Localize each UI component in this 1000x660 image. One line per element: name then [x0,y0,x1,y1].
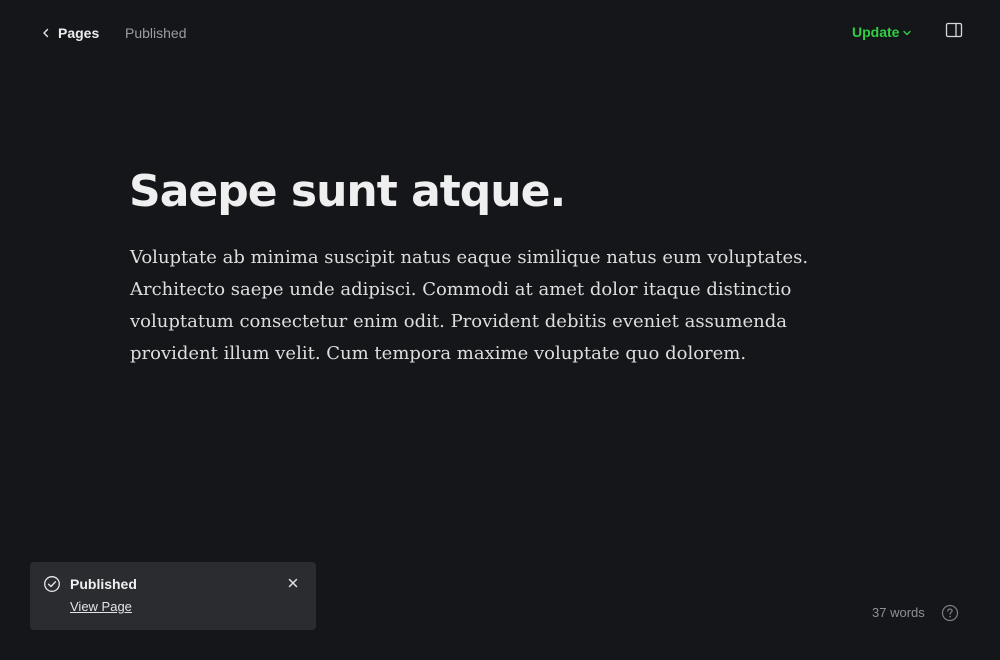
check-circle-icon [43,575,61,593]
update-button[interactable]: Update [852,24,912,40]
help-circle-icon[interactable] [941,604,959,622]
chevron-down-icon [902,28,912,38]
view-page-link[interactable]: View Page [70,599,132,614]
back-label: Pages [58,25,100,41]
word-count: 37 words [872,605,925,620]
page-title[interactable]: Saepe sunt atque. [129,166,566,217]
editor-page: Pages Published Update Saepe sunt atque.… [0,0,1000,660]
update-label: Update [852,24,900,40]
toast-title: Published [70,576,137,592]
sidebar-panel-icon[interactable] [944,20,964,40]
back-to-pages-button[interactable]: Pages [40,22,99,44]
publish-status: Published [125,25,187,41]
chevron-left-icon [40,27,52,39]
published-toast: Published View Page [30,562,316,630]
close-icon[interactable] [287,577,299,589]
page-body-paragraph[interactable]: Voluptate ab minima suscipit natus eaque… [130,242,870,370]
